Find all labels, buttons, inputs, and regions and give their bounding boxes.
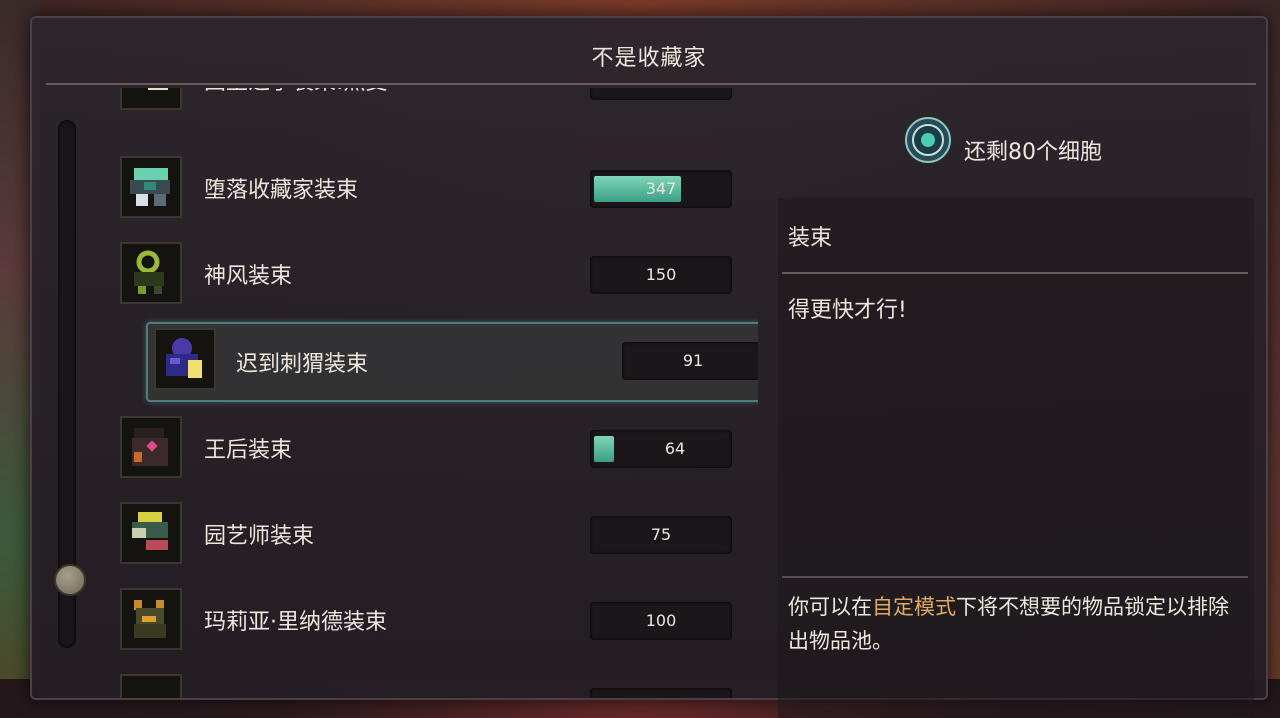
description-divider [782,272,1248,274]
progress-bar: 91 [622,342,758,380]
list-item[interactable]: 神风装束 150 [112,236,752,312]
list-item[interactable]: 国王之子装束:燕麦 150 [112,88,752,118]
progress-bar: 150 [590,256,732,294]
outfit-fallen-collector-icon [120,156,182,218]
progress-bar [590,688,732,698]
hint-divider [782,576,1248,578]
outfit-maria-icon [120,588,182,650]
title-divider [46,83,1256,85]
outfit-name: 王后装束 [204,438,293,463]
outfit-name: 园艺师装束 [204,524,315,549]
item-category: 装束 [788,226,833,251]
outfit-kings-son-icon [120,88,182,110]
outfit-queen-icon [120,416,182,478]
progress-bar: 100 [590,602,732,640]
cost-value: 64 [664,439,686,458]
outfit-name: 玛莉亚·里纳德装束 [204,610,387,635]
cost-value: 150 [590,88,732,90]
cost-value: 100 [645,611,677,630]
cost-value: 91 [682,351,704,370]
outfit-gardener-icon [120,502,182,564]
list-item[interactable]: 园艺师装束 75 [112,496,752,572]
cost-value: 75 [650,525,672,544]
panel-title: 不是收藏家 [591,46,707,71]
hint-text: 你可以在 [788,595,872,619]
outfit-name: 神风装束 [204,264,293,289]
scrollbar-thumb[interactable] [54,564,86,596]
outfit-name: 堕落收藏家装束 [204,178,359,203]
cost-value: 150 [645,265,677,284]
outfit-name: 迟到刺猬装束 [236,352,369,377]
lock-hint: 你可以在自定模式下将不想要的物品锁定以排除出物品池。 [788,590,1238,658]
list-item[interactable]: 玛莉亚·里纳德装束 100 [112,582,752,658]
item-quote: 得更快才行! [788,298,907,323]
custom-mode-link: 自定模式 [872,595,956,619]
collector-panel: 不是收藏家 国王之子装束:燕麦 150 堕落收藏家装束 347 [30,16,1268,718]
outfit-kamikaze-icon [120,242,182,304]
detail-column: 还剩80个细胞 装束 得更快才行! 你可以在自定模式下将不想要的物品锁定以排除出… [778,88,1256,718]
outfit-next-icon [120,674,182,698]
list-item-partial[interactable] [112,668,752,698]
progress-bar: 75 [590,516,732,554]
list-item[interactable]: 堕落收藏家装束 347 [112,150,752,226]
cost-value: 347 [645,179,677,198]
progress-bar: 64 [590,430,732,468]
outfit-list: 国王之子装束:燕麦 150 堕落收藏家装束 347 神风装束 150 [112,88,758,698]
cell-icon [904,116,951,163]
list-item-selected[interactable]: 迟到刺猬装束 91 [146,322,758,402]
cells-remaining: 还剩80个细胞 [964,140,1102,165]
list-item[interactable]: 王后装束 64 [112,410,752,486]
progress-bar: 150 [590,88,732,100]
progress-bar: 347 [590,170,732,208]
outfit-name: 国王之子装束:燕麦 [204,88,387,96]
outfit-late-hedgehog-icon [154,328,216,390]
